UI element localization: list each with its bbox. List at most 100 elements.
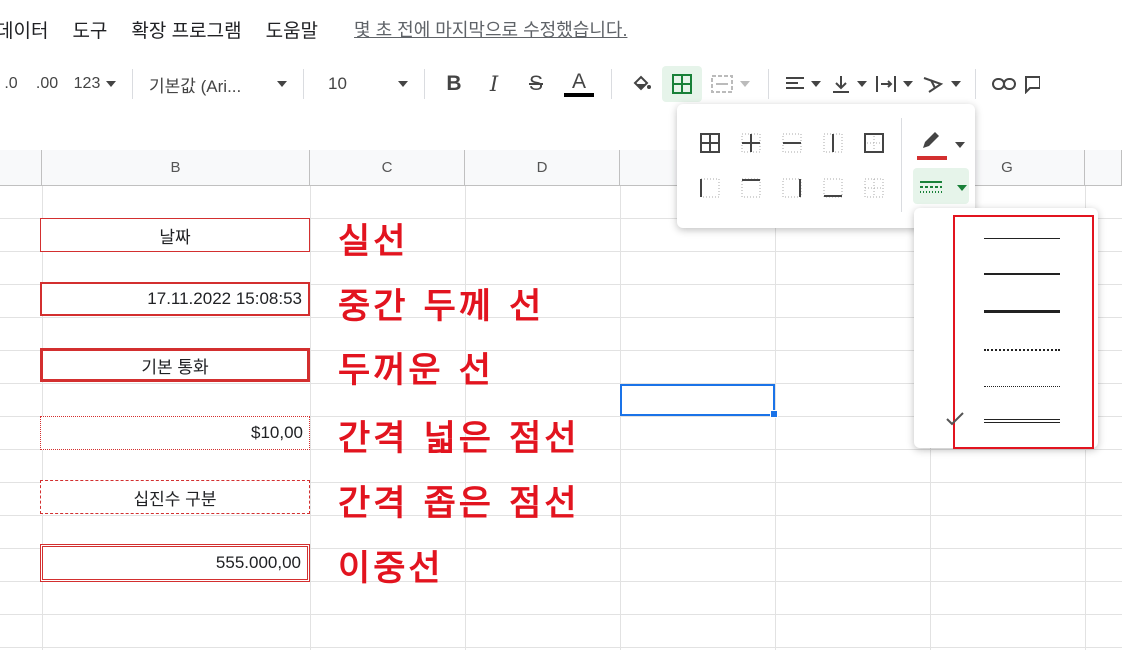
- menu-help[interactable]: 도움말: [266, 16, 318, 43]
- cell-b-double[interactable]: 555.000,00: [40, 544, 310, 582]
- menu-tools[interactable]: 도구: [72, 16, 107, 43]
- pencil-icon: [923, 132, 939, 148]
- grid-line: [0, 647, 1122, 648]
- chevron-down-icon: [955, 142, 965, 148]
- menu-extensions[interactable]: 확장 프로그램: [131, 16, 241, 43]
- chevron-down-icon: [957, 185, 967, 191]
- line-style-highlight: [953, 215, 1094, 449]
- toolbar-divider: [975, 69, 976, 99]
- row-header-corner: [0, 150, 42, 186]
- cell-b-solid-medium[interactable]: 17.11.2022 15:08:53: [40, 282, 310, 316]
- cell-value: 555.000,00: [215, 553, 301, 572]
- text-rotation-button[interactable]: [917, 66, 965, 102]
- cell-b-solid-thick[interactable]: 기본 통화: [40, 348, 310, 382]
- line-style-dashed[interactable]: [984, 386, 1060, 390]
- increase-decimal-label: .00: [35, 75, 59, 92]
- all-borders-icon[interactable]: [699, 132, 721, 154]
- toolbar-divider: [424, 69, 425, 99]
- border-color-swatch: [917, 156, 947, 160]
- text-rotation-icon: [923, 77, 944, 93]
- toolbar-divider: [768, 69, 769, 99]
- insert-comment-button[interactable]: [1022, 66, 1042, 102]
- annotation-dotted: 간격 넓은 점선: [338, 419, 580, 459]
- cell-value: 17.11.2022 15:08:53: [147, 289, 302, 308]
- selected-cell[interactable]: [620, 384, 775, 416]
- vertical-borders-icon[interactable]: [822, 132, 844, 154]
- column-header-label: G: [1001, 159, 1013, 176]
- cell-b-solid-thin[interactable]: 날짜: [40, 218, 310, 252]
- borders-icon: [672, 74, 692, 94]
- strikethrough-icon: S: [528, 72, 543, 95]
- fill-color-button[interactable]: [622, 66, 662, 102]
- text-wrap-button[interactable]: [871, 66, 917, 102]
- paint-bucket-icon: [633, 75, 651, 91]
- chevron-down-icon: [398, 81, 408, 87]
- borders-button[interactable]: [662, 66, 702, 102]
- fill-handle[interactable]: [770, 410, 778, 418]
- cell-value: 기본 통화: [141, 357, 209, 377]
- clear-borders-icon[interactable]: [863, 177, 885, 199]
- cell-value: 십진수 구분: [133, 489, 217, 509]
- column-header-d[interactable]: D: [465, 150, 620, 186]
- line-style-solid-medium[interactable]: [984, 273, 1060, 277]
- align-bottom-icon: [833, 76, 849, 93]
- panel-divider: [901, 118, 902, 212]
- cell-value: $10,00: [251, 423, 303, 442]
- line-style-solid-thick[interactable]: [984, 310, 1060, 315]
- left-border-icon[interactable]: [699, 177, 721, 199]
- chevron-down-icon: [811, 81, 821, 87]
- align-left-icon: [786, 77, 804, 89]
- toolbar-divider: [611, 69, 612, 99]
- text-color-button[interactable]: A: [557, 66, 601, 102]
- right-border-icon[interactable]: [781, 177, 803, 199]
- annotation-double: 이중선: [338, 549, 444, 589]
- line-style-solid-thin[interactable]: [984, 238, 1060, 242]
- column-header-b[interactable]: B: [42, 150, 310, 186]
- column-header-c[interactable]: C: [310, 150, 465, 186]
- horizontal-align-button[interactable]: [779, 66, 827, 102]
- annotation-thick: 두꺼운 선: [338, 351, 494, 391]
- cell-b-dashed[interactable]: 십진수 구분: [40, 480, 310, 514]
- decrease-decimal-label: .0: [4, 75, 18, 92]
- last-edit-link[interactable]: 몇 초 전에 마지막으로 수정했습니다.: [354, 16, 627, 42]
- bold-button[interactable]: B: [435, 66, 473, 102]
- border-style-button[interactable]: [913, 168, 969, 204]
- border-style-icon: [920, 181, 942, 193]
- number-format-button[interactable]: 123: [68, 66, 122, 102]
- decrease-decimal-button[interactable]: .0: [0, 66, 26, 102]
- font-size-select[interactable]: 10: [314, 66, 414, 102]
- outer-borders-icon[interactable]: [863, 132, 885, 154]
- line-style-dotted[interactable]: [984, 349, 1060, 353]
- link-icon: [992, 78, 1016, 90]
- chevron-down-icon: [740, 81, 750, 87]
- chevron-down-icon: [106, 81, 117, 87]
- text-wrap-icon: [876, 76, 896, 92]
- merge-cells-icon: [711, 75, 733, 93]
- horizontal-borders-icon[interactable]: [781, 132, 803, 154]
- chevron-down-icon: [277, 81, 287, 87]
- column-header-h[interactable]: [1085, 150, 1122, 186]
- toolbar-divider: [303, 69, 304, 99]
- annotation-solid: 실선: [338, 222, 409, 262]
- menu-bar: 데이터 도구 확장 프로그램 도움말 몇 초 전에 마지막으로 수정했습니다.: [0, 0, 1122, 58]
- increase-decimal-button[interactable]: .00: [26, 66, 68, 102]
- font-family-value: 기본값 (Ari...: [149, 76, 242, 96]
- bottom-border-icon[interactable]: [822, 177, 844, 199]
- annotation-dashed: 간격 좁은 점선: [338, 484, 580, 524]
- column-header-label: D: [536, 159, 548, 176]
- italic-button[interactable]: I: [473, 66, 515, 102]
- menu-data[interactable]: 데이터: [0, 16, 48, 43]
- merge-cells-button[interactable]: [702, 66, 758, 102]
- insert-link-button[interactable]: [986, 66, 1022, 102]
- cell-b-dotted[interactable]: $10,00: [40, 416, 310, 450]
- chevron-down-icon: [951, 81, 961, 87]
- number-format-label: 123: [73, 75, 101, 92]
- strikethrough-button[interactable]: S: [515, 66, 557, 102]
- border-color-button[interactable]: [915, 128, 967, 164]
- font-family-select[interactable]: 기본값 (Ari...: [143, 66, 293, 102]
- vertical-align-button[interactable]: [827, 66, 871, 102]
- line-style-double[interactable]: [984, 419, 1060, 425]
- inner-borders-icon[interactable]: [740, 132, 762, 154]
- top-border-icon[interactable]: [740, 177, 762, 199]
- chevron-down-icon: [857, 81, 867, 87]
